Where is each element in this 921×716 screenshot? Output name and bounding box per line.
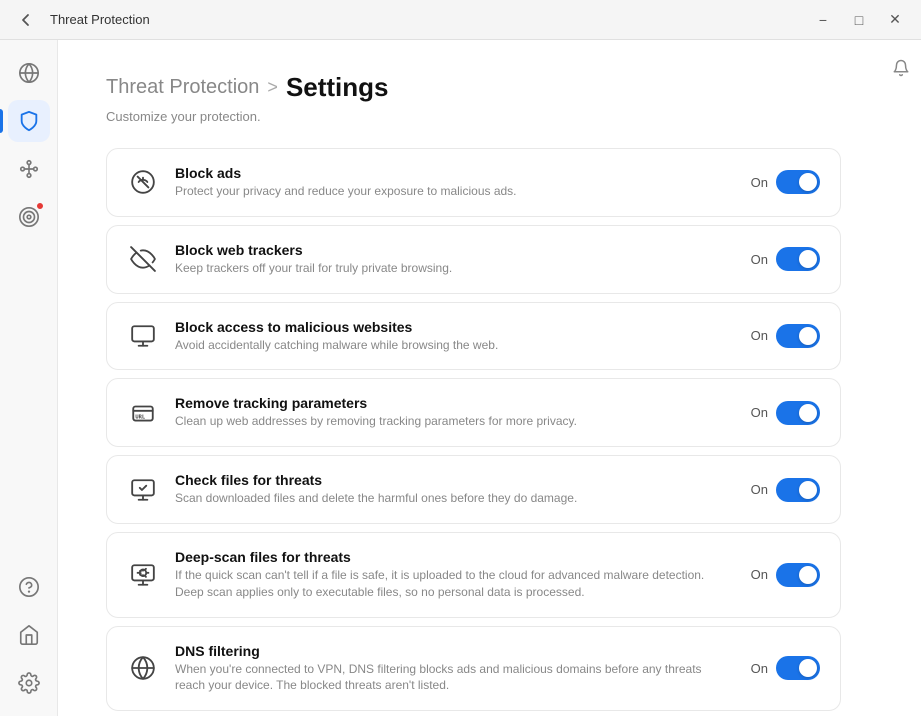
setting-title-check-files-threats: Check files for threats <box>175 472 735 488</box>
setting-desc-remove-tracking-params: Clean up web addresses by removing track… <box>175 413 735 430</box>
breadcrumb-parent: Threat Protection <box>106 76 259 99</box>
setting-status-check-files-threats: On <box>751 482 768 497</box>
setting-control-block-ads: On <box>751 170 820 194</box>
setting-desc-block-ads: Protect your privacy and reduce your exp… <box>175 183 735 200</box>
check-files-threats-icon <box>127 474 159 506</box>
remove-tracking-params-icon: URL <box>127 397 159 429</box>
titlebar-left: Threat Protection <box>12 6 150 34</box>
maximize-button[interactable]: □ <box>845 6 873 34</box>
gear-icon <box>18 672 40 694</box>
setting-text-dns-filtering: DNS filtering When you're connected to V… <box>175 643 735 695</box>
setting-text-block-ads: Block ads Protect your privacy and reduc… <box>175 165 735 200</box>
bell-icon <box>892 59 910 77</box>
setting-desc-dns-filtering: When you're connected to VPN, DNS filter… <box>175 661 735 695</box>
toggle-block-web-trackers[interactable] <box>776 247 820 271</box>
dns-filtering-icon <box>127 652 159 684</box>
setting-status-block-malicious-websites: On <box>751 328 768 343</box>
toggle-remove-tracking-params[interactable] <box>776 401 820 425</box>
svg-text:URL: URL <box>135 414 146 420</box>
sidebar-item-shield[interactable] <box>8 100 50 142</box>
page-subtitle: Customize your protection. <box>106 109 841 124</box>
right-area <box>881 40 921 716</box>
sidebar <box>0 40 58 716</box>
setting-status-deep-scan-files: On <box>751 567 768 582</box>
main-content: Threat Protection > Settings Customize y… <box>58 40 881 716</box>
setting-status-block-ads: On <box>751 175 768 190</box>
setting-text-deep-scan-files: Deep-scan files for threats If the quick… <box>175 549 735 601</box>
setting-control-check-files-threats: On <box>751 478 820 502</box>
app-body: Threat Protection > Settings Customize y… <box>0 40 921 716</box>
breadcrumb: Threat Protection > Settings <box>106 72 841 103</box>
setting-item-block-malicious-websites: Block access to malicious websites Avoid… <box>106 302 841 371</box>
setting-text-block-malicious-websites: Block access to malicious websites Avoid… <box>175 319 735 354</box>
setting-desc-block-malicious-websites: Avoid accidentally catching malware whil… <box>175 337 735 354</box>
setting-item-block-ads: Block ads Protect your privacy and reduc… <box>106 148 841 217</box>
block-ads-icon <box>127 166 159 198</box>
sidebar-item-settings[interactable] <box>8 662 50 704</box>
setting-item-block-web-trackers: Block web trackers Keep trackers off you… <box>106 225 841 294</box>
shield-icon <box>18 110 40 132</box>
titlebar-controls: − □ ✕ <box>809 6 909 34</box>
close-button[interactable]: ✕ <box>881 6 909 34</box>
setting-item-check-files-threats: Check files for threats Scan downloaded … <box>106 455 841 524</box>
globe-icon <box>18 62 40 84</box>
setting-control-block-malicious-websites: On <box>751 324 820 348</box>
minimize-button[interactable]: − <box>809 6 837 34</box>
settings-list: Block ads Protect your privacy and reduc… <box>106 148 841 711</box>
home-icon <box>18 624 40 646</box>
toggle-deep-scan-files[interactable] <box>776 563 820 587</box>
setting-control-dns-filtering: On <box>751 656 820 680</box>
mesh-icon <box>18 158 40 180</box>
titlebar: Threat Protection − □ ✕ <box>0 0 921 40</box>
setting-desc-deep-scan-files: If the quick scan can't tell if a file i… <box>175 567 735 601</box>
setting-control-remove-tracking-params: On <box>751 401 820 425</box>
sidebar-item-help[interactable] <box>8 566 50 608</box>
block-web-trackers-icon <box>127 243 159 275</box>
notification-button[interactable] <box>885 52 917 84</box>
setting-title-block-ads: Block ads <box>175 165 735 181</box>
setting-title-block-web-trackers: Block web trackers <box>175 242 735 258</box>
titlebar-title: Threat Protection <box>50 12 150 27</box>
breadcrumb-current: Settings <box>286 72 389 103</box>
help-icon <box>18 576 40 598</box>
setting-text-block-web-trackers: Block web trackers Keep trackers off you… <box>175 242 735 277</box>
setting-status-dns-filtering: On <box>751 661 768 676</box>
sidebar-item-target[interactable] <box>8 196 50 238</box>
setting-title-deep-scan-files: Deep-scan files for threats <box>175 549 735 565</box>
setting-item-remove-tracking-params: URL Remove tracking parameters Clean up … <box>106 378 841 447</box>
toggle-block-malicious-websites[interactable] <box>776 324 820 348</box>
deep-scan-files-icon <box>127 559 159 591</box>
setting-status-remove-tracking-params: On <box>751 405 768 420</box>
setting-title-block-malicious-websites: Block access to malicious websites <box>175 319 735 335</box>
setting-text-remove-tracking-params: Remove tracking parameters Clean up web … <box>175 395 735 430</box>
setting-control-deep-scan-files: On <box>751 563 820 587</box>
block-malicious-websites-icon <box>127 320 159 352</box>
setting-status-block-web-trackers: On <box>751 252 768 267</box>
badge-dot <box>36 202 44 210</box>
setting-text-check-files-threats: Check files for threats Scan downloaded … <box>175 472 735 507</box>
target-icon <box>18 206 40 228</box>
sidebar-item-trust[interactable] <box>8 614 50 656</box>
breadcrumb-separator: > <box>267 77 278 98</box>
back-button[interactable] <box>12 6 40 34</box>
setting-item-deep-scan-files: Deep-scan files for threats If the quick… <box>106 532 841 618</box>
sidebar-item-globe[interactable] <box>8 52 50 94</box>
setting-control-block-web-trackers: On <box>751 247 820 271</box>
toggle-check-files-threats[interactable] <box>776 478 820 502</box>
setting-item-dns-filtering: DNS filtering When you're connected to V… <box>106 626 841 712</box>
toggle-block-ads[interactable] <box>776 170 820 194</box>
setting-desc-check-files-threats: Scan downloaded files and delete the har… <box>175 490 735 507</box>
setting-title-dns-filtering: DNS filtering <box>175 643 735 659</box>
toggle-dns-filtering[interactable] <box>776 656 820 680</box>
sidebar-item-mesh[interactable] <box>8 148 50 190</box>
setting-title-remove-tracking-params: Remove tracking parameters <box>175 395 735 411</box>
setting-desc-block-web-trackers: Keep trackers off your trail for truly p… <box>175 260 735 277</box>
